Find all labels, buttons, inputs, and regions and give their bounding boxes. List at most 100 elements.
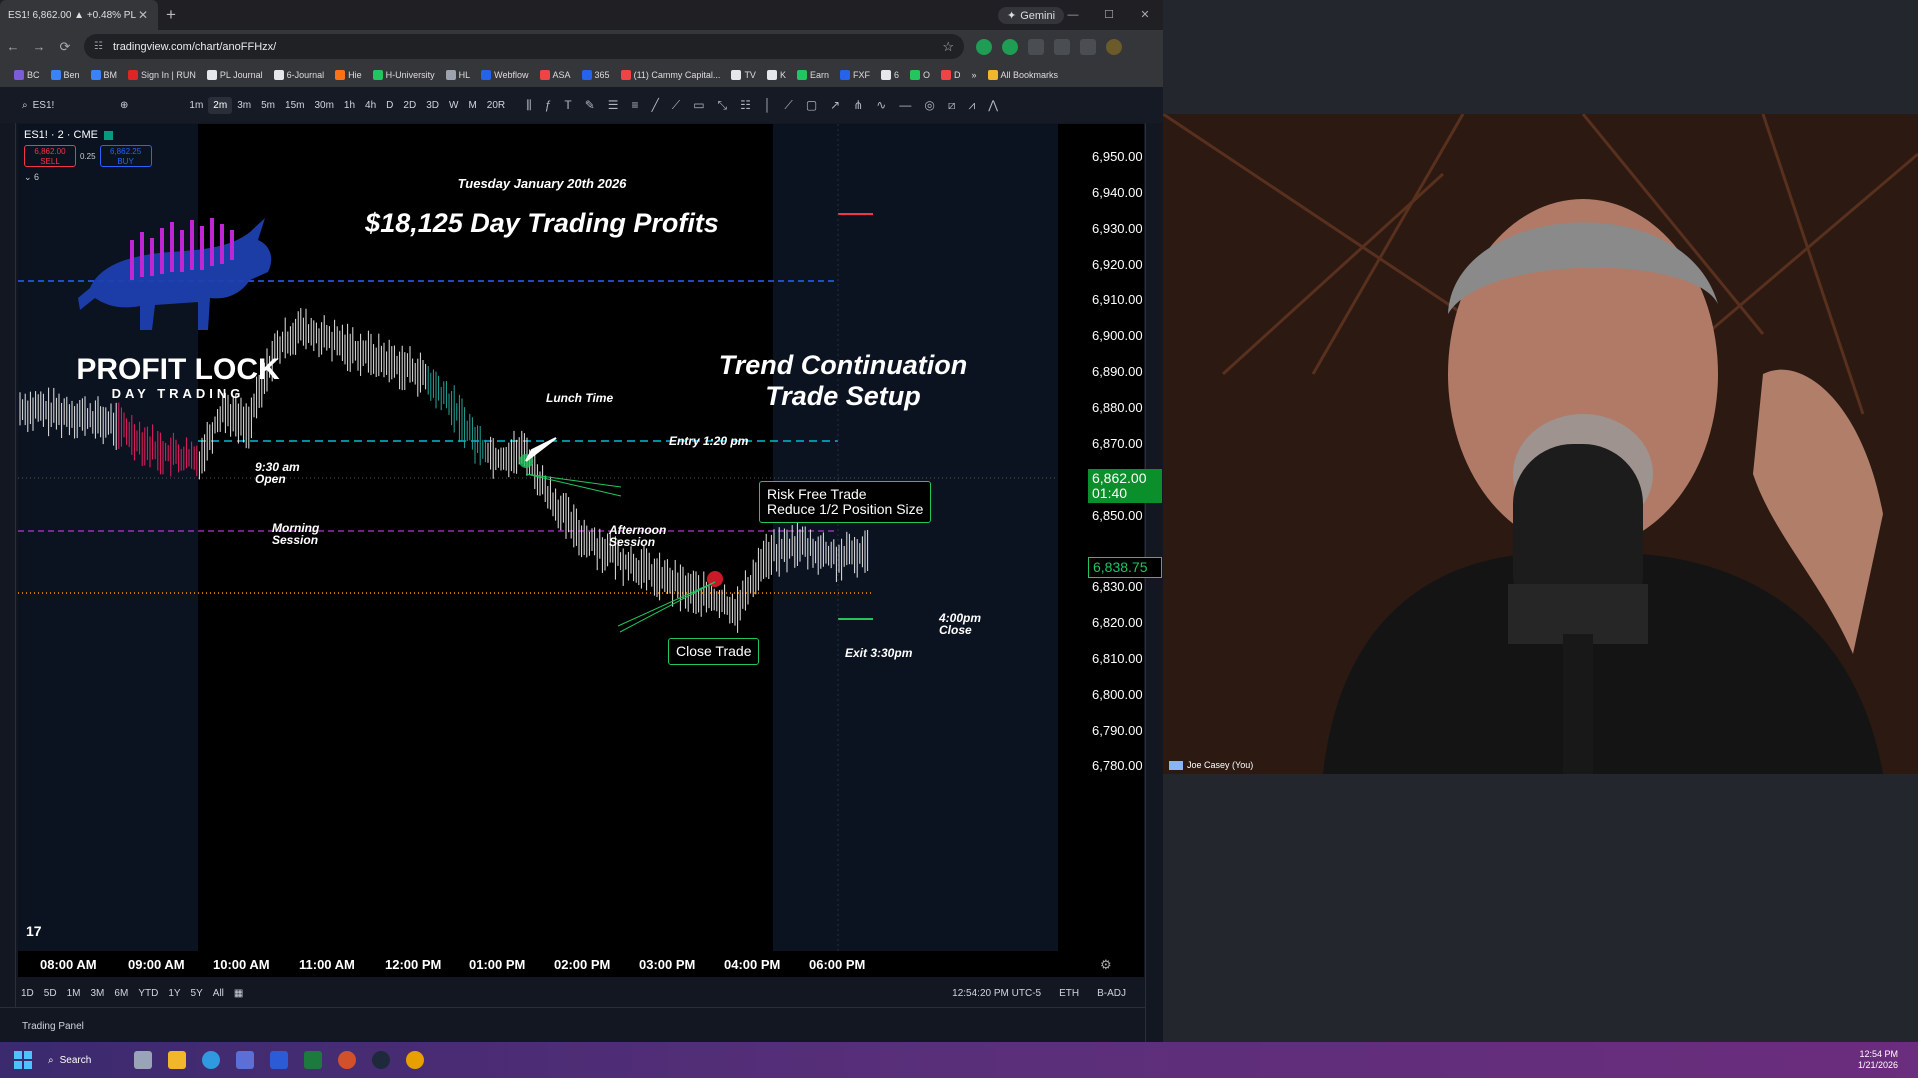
buy-button[interactable]: 6,862.25 BUY <box>99 145 152 167</box>
bookmark-item[interactable]: BC <box>14 70 40 80</box>
range-1d[interactable]: 1D <box>16 988 39 999</box>
bookmark-item[interactable]: 6 <box>880 70 899 80</box>
bookmark-item[interactable]: PL Journal <box>206 70 263 80</box>
chrome-icon[interactable] <box>406 1051 424 1069</box>
cast-icon[interactable] <box>1080 38 1096 55</box>
close-window-icon[interactable]: ✕ <box>1127 0 1163 30</box>
range-5d[interactable]: 5D <box>39 988 62 999</box>
bookmark-item[interactable]: H-University <box>372 70 435 80</box>
range-5y[interactable]: 5Y <box>186 988 208 999</box>
timeframe-3d[interactable]: 3D <box>421 97 444 114</box>
timeframe-4h[interactable]: 4h <box>360 97 381 114</box>
bookmark-item[interactable]: ASA <box>539 70 571 80</box>
channel-icon[interactable]: ≡ <box>632 98 639 113</box>
address-bar[interactable]: ☷ tradingview.com/chart/anoFFHzx/ ☆ <box>84 34 964 59</box>
webcam-feed[interactable]: Joe Casey (You) <box>1163 114 1918 774</box>
range-all[interactable]: All <box>208 988 229 999</box>
wave-icon[interactable]: ∿ <box>876 98 886 113</box>
range-3m[interactable]: 3M <box>86 988 110 999</box>
pitchfork-icon[interactable]: ⋔ <box>853 98 863 113</box>
chart-area[interactable]: ES1! · 2 · CME 6,862.00 SELL 0.25 6,862.… <box>18 124 1162 951</box>
arrow-icon[interactable]: ↗ <box>830 98 840 113</box>
axis-settings-icon[interactable]: ⚙ <box>1100 957 1112 973</box>
gann-icon[interactable]: ⧄ <box>948 98 956 113</box>
vline-icon[interactable]: │ <box>764 98 772 113</box>
app-icon[interactable] <box>372 1051 390 1069</box>
system-clock[interactable]: 12:54 PM 1/21/2026 <box>1858 1049 1898 1071</box>
trading-panel-tab[interactable]: Trading Panel <box>0 1007 1145 1042</box>
extension-icon[interactable] <box>976 38 992 55</box>
indicators-icon[interactable]: ƒ <box>545 98 552 113</box>
bookmark-item[interactable]: Hie <box>335 70 362 80</box>
close-trade-callout[interactable]: Close Trade <box>668 638 760 665</box>
bookmark-item[interactable]: FXF <box>839 70 870 80</box>
time-axis[interactable]: 17 ⚙ 08:00 AM 09:00 AM 10:00 AM 11:00 AM 12:… <box>18 923 1144 977</box>
timeframe-3m[interactable]: 3m <box>232 97 256 114</box>
bookmark-item[interactable]: Earn <box>796 70 829 80</box>
symbol-search[interactable]: ⌕ ES1! <box>22 100 92 111</box>
elliott-icon[interactable]: ⋀ <box>988 98 998 113</box>
chart-legend[interactable]: ES1! · 2 · CME <box>24 129 113 141</box>
tab-close-icon[interactable]: ✕ <box>136 8 150 22</box>
word-icon[interactable] <box>270 1051 288 1069</box>
bookmark-item[interactable]: All Bookmarks <box>987 70 1058 80</box>
text-tool-icon[interactable]: T <box>564 98 571 113</box>
bookmark-item[interactable]: Sign In | RUN <box>128 70 196 80</box>
bookmark-item[interactable]: K <box>766 70 786 80</box>
windows-start-icon[interactable] <box>14 1051 32 1069</box>
bookmark-item[interactable]: Ben <box>50 70 80 80</box>
hline-icon[interactable]: — <box>899 98 911 113</box>
back-icon[interactable]: ← <box>0 39 26 54</box>
rectangle-icon[interactable]: ▭ <box>693 98 704 113</box>
range-1m[interactable]: 1M <box>62 988 86 999</box>
bookmark-item[interactable]: Webflow <box>481 70 529 80</box>
profile-avatar[interactable] <box>1106 38 1122 55</box>
browser-tab[interactable]: ES1! 6,862.00 ▲ +0.48% PL – ... ✕ <box>0 0 158 30</box>
trendline-icon[interactable]: ╱ <box>652 98 659 113</box>
taskbar-search[interactable]: ⌕ Search <box>48 1049 116 1071</box>
minimize-icon[interactable]: — <box>1055 0 1091 30</box>
bookmark-item[interactable]: 365 <box>581 70 610 80</box>
bookmark-star-icon[interactable]: ☆ <box>942 39 954 55</box>
timeframe-1m[interactable]: 1m <box>184 97 208 114</box>
app-icon[interactable] <box>236 1051 254 1069</box>
timeframe-30m[interactable]: 30m <box>309 97 338 114</box>
extension-icon[interactable] <box>1002 38 1018 55</box>
forward-icon[interactable]: → <box>26 39 52 54</box>
timeframe-15m[interactable]: 15m <box>280 97 309 114</box>
timeframe-w[interactable]: W <box>444 97 463 114</box>
price-scale[interactable]: 6,862.00 01:40 6,838.75 6,950.00 6,940.00… <box>1058 124 1162 951</box>
range-ytd[interactable]: YTD <box>133 988 163 999</box>
callout-icon[interactable]: ▢ <box>806 98 817 113</box>
new-tab-button[interactable]: + <box>158 5 184 25</box>
edge-icon[interactable] <box>202 1051 220 1069</box>
file-explorer-icon[interactable] <box>168 1051 186 1069</box>
path-icon[interactable]: ⤡ <box>718 98 728 113</box>
puzzle-icon[interactable] <box>1054 38 1070 55</box>
timeframe-1h[interactable]: 1h <box>339 97 360 114</box>
session-toggle[interactable]: ETH <box>1054 988 1084 999</box>
bookmark-item[interactable]: D <box>941 70 961 80</box>
timeframe-m[interactable]: M <box>463 97 481 114</box>
range-1y[interactable]: 1Y <box>163 988 185 999</box>
extension-icon[interactable] <box>1028 38 1044 55</box>
range-6m[interactable]: 6M <box>109 988 133 999</box>
circle-icon[interactable]: ◎ <box>924 98 934 113</box>
reload-icon[interactable]: ⟳ <box>52 39 78 55</box>
task-view-icon[interactable] <box>134 1051 152 1069</box>
candles-icon[interactable]: ⫼ <box>526 98 532 113</box>
maximize-icon[interactable]: ☐ <box>1091 0 1127 30</box>
ray-icon[interactable]: ⟋ <box>672 98 680 113</box>
compare-icon[interactable]: ⊕ <box>120 100 128 111</box>
timeframe-d[interactable]: D <box>381 97 398 114</box>
bookmark-item[interactable]: O <box>910 70 930 80</box>
bookmark-item[interactable]: 6-Journal <box>273 70 324 80</box>
pattern-icon[interactable]: ⩘ <box>968 98 975 113</box>
bookmark-item[interactable]: BM <box>90 70 117 80</box>
bookmark-item[interactable]: HL <box>445 70 470 80</box>
sell-button[interactable]: 6,862.00 SELL <box>24 145 76 167</box>
bookmark-item[interactable]: TV <box>731 70 756 80</box>
timeframe-2m[interactable]: 2m <box>208 96 233 114</box>
app-icon[interactable] <box>338 1051 356 1069</box>
calendar-icon[interactable]: ▦ <box>229 988 248 999</box>
